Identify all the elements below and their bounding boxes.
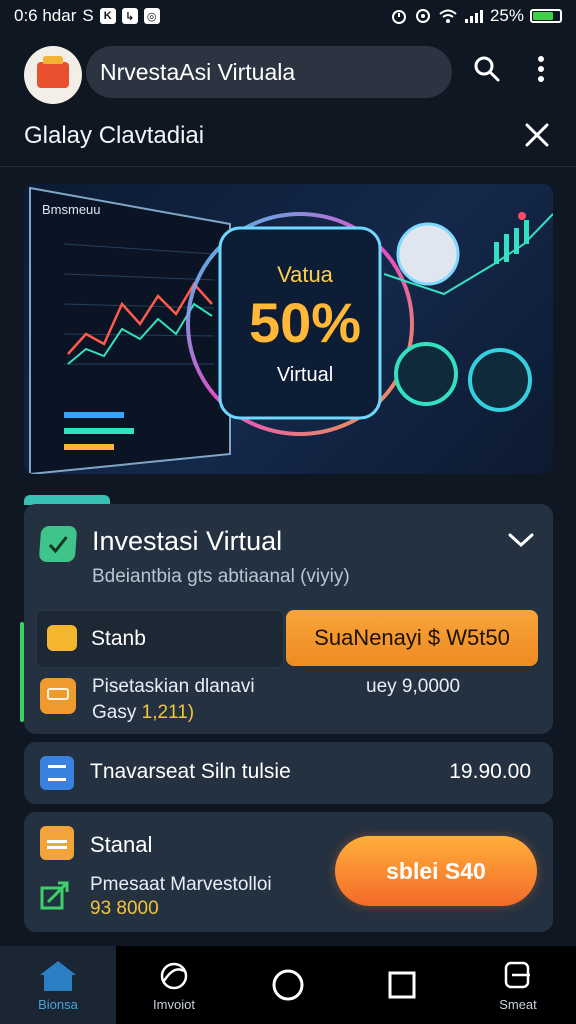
battery-icon xyxy=(530,9,562,23)
banner-panel-title: Bmsmeuu xyxy=(42,202,101,217)
status-letter: S xyxy=(82,6,94,25)
stanal-card: Stanal Pmesaat Marvestolloi 93 8000 sble… xyxy=(24,812,553,932)
badge-bottom-text: Virtual xyxy=(276,364,334,386)
wifi-icon xyxy=(439,9,457,23)
row2-line2: Gasy 1,211) xyxy=(92,702,194,724)
row2-value: uey 9,0000 xyxy=(366,676,461,697)
more-vert-icon[interactable] xyxy=(526,54,556,84)
promo-banner[interactable]: Bmsmeuu Vatua 50% Virtual xyxy=(24,184,553,474)
subheader: Glalay Clavtadiai xyxy=(0,112,576,167)
home-icon xyxy=(40,960,76,991)
sell-button[interactable]: sblei S40 xyxy=(335,836,537,906)
battery-percent: 25% xyxy=(489,6,524,25)
stanal-line2: 93 8000 xyxy=(90,898,159,919)
search-icon[interactable] xyxy=(472,54,502,84)
stanb-row[interactable]: Stanb xyxy=(36,610,284,668)
app-title: NrvestaAsi Virtuala xyxy=(100,58,296,85)
nav-system-home[interactable] xyxy=(232,946,344,1024)
stanb-label: Stanb xyxy=(91,627,146,650)
nav-smart[interactable]: Smeat xyxy=(460,946,576,1024)
row2-prefix: Gasy xyxy=(92,702,137,723)
clock-icon xyxy=(415,9,430,23)
nav-invest-label: Imvoiot xyxy=(153,996,195,1012)
notification-icon: ↳ xyxy=(121,8,138,24)
nav-recents[interactable] xyxy=(344,946,460,1024)
exit-icon xyxy=(504,961,530,988)
app-bar: NrvestaAsi Virtuala xyxy=(0,40,576,110)
signal-icon xyxy=(464,10,483,23)
transaction-card[interactable]: Tnavarseat Siln tulsie 19.90.00 xyxy=(24,742,553,804)
status-right: 25% xyxy=(390,6,562,26)
circle-home-icon xyxy=(272,969,304,1001)
transaction-value: 19.90.00 xyxy=(449,760,531,783)
card-subtitle: Bdeiantbia gts abtiaanal (viyiy) xyxy=(92,566,350,587)
app-logo[interactable] xyxy=(24,46,82,104)
status-bar: 0:6 hdar S K ↳ ◎ 25% xyxy=(0,0,576,32)
notification-icon: K xyxy=(99,8,116,24)
check-icon xyxy=(38,526,78,562)
list-icon xyxy=(40,756,74,790)
row2-line1: Pisetaskian dlanavi xyxy=(92,676,255,697)
wallet-icon xyxy=(40,678,76,714)
badge-percent: 50% xyxy=(248,291,362,354)
row2-highlight: 1,211) xyxy=(141,702,195,723)
card-title: Investasi Virtual xyxy=(92,526,283,556)
growth-icon xyxy=(40,881,69,910)
badge-top-text: Vatua xyxy=(277,262,333,287)
stanal-line1: Pmesaat Marvestolloi xyxy=(90,874,272,895)
chevron-down-icon[interactable] xyxy=(507,530,535,550)
nav-smart-label: Smeat xyxy=(499,996,537,1012)
battery-level xyxy=(533,12,554,20)
invest-button[interactable]: SuaNenayi $ W5t50 xyxy=(286,610,538,666)
invest-icon xyxy=(160,962,188,989)
square-recents-icon xyxy=(388,971,416,999)
close-icon[interactable] xyxy=(524,122,550,148)
active-rail xyxy=(20,622,24,722)
document-icon xyxy=(40,826,74,860)
status-left: 0:6 hdar S K ↳ ◎ xyxy=(14,6,160,26)
alarm-icon xyxy=(391,10,406,24)
nav-invest[interactable]: Imvoiot xyxy=(116,946,232,1024)
transaction-title: Tnavarseat Siln tulsie xyxy=(90,760,291,783)
nav-home-label: Bionsa xyxy=(38,996,78,1012)
bottom-nav: Bionsa Imvoiot Smeat xyxy=(0,946,576,1024)
stanal-title: Stanal xyxy=(90,832,153,857)
nav-home[interactable]: Bionsa xyxy=(0,946,116,1024)
status-time: 0:6 hdar xyxy=(14,6,77,25)
notification-icon: ◎ xyxy=(143,8,160,24)
subheader-title: Glalay Clavtadiai xyxy=(24,122,205,149)
shield-icon xyxy=(47,625,77,651)
app-title-pill[interactable]: NrvestaAsi Virtuala xyxy=(86,46,452,98)
